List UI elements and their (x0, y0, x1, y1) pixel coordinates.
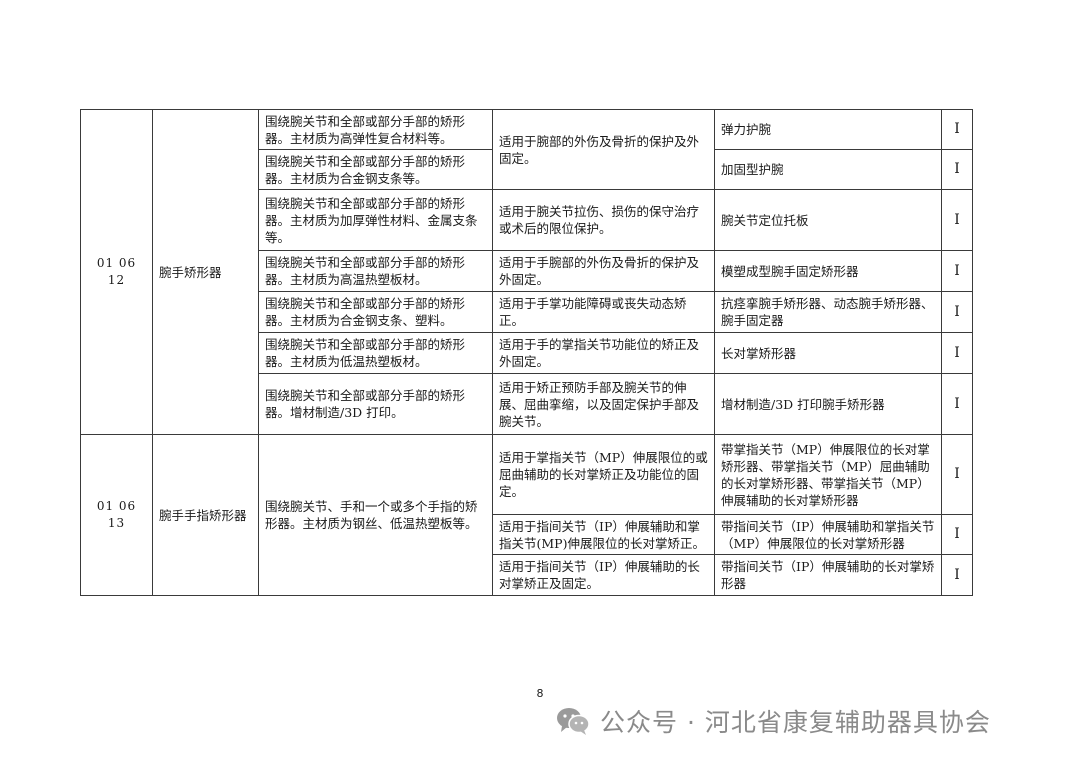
usage-cell: 适用于指间关节（IP）伸展辅助的长对掌矫正及固定。 (492, 554, 715, 596)
description-cell: 围绕腕关节和全部或部分手部的矫形器。主材质为合金钢支条等。 (258, 149, 493, 190)
blank-margin (973, 292, 1031, 333)
example-cell: 加固型护腕 (714, 149, 942, 190)
example-cell: 长对掌矫形器 (714, 332, 942, 374)
example-cell: 带指间关节（IP）伸展辅助和掌指关节（MP）伸展限位的长对掌矫形器 (714, 514, 942, 555)
example-cell: 增材制造/3D 打印腕手矫形器 (714, 373, 942, 435)
usage-cell: 适用于手腕部的外伤及骨折的保护及外固定。 (492, 250, 715, 292)
management-class-cell: I (941, 514, 973, 555)
blank-margin (972, 434, 1031, 515)
blank-margin (973, 374, 1031, 435)
table-row: 01 06 12 腕手矫形器 围绕腕关节和全部或部分手部的矫形器。主材质为高弹性… (80, 109, 1031, 435)
management-class-cell: I (941, 149, 973, 190)
usage-cell: 适用于手掌功能障碍或丧失动态矫正。 (492, 291, 715, 333)
description-cell: 围绕腕关节和全部或部分手部的矫形器。主材质为高温热塑板材。 (258, 250, 493, 292)
example-cell: 带掌指关节（MP）伸展限位的长对掌矫形器、带掌指关节（MP）屈曲辅助的长对掌矫形… (714, 434, 942, 515)
management-class-cell: I (941, 373, 973, 435)
page-number: 8 (536, 687, 544, 700)
watermark-text: 公众号 · 河北省康复辅助器具协会 (600, 708, 991, 737)
category-code: 01 06 12 (80, 109, 153, 435)
blank-margin (973, 333, 1031, 374)
example-cell: 带指间关节（IP）伸展辅助的长对掌矫形器 (714, 554, 942, 596)
usage-cell: 适用于腕部的外伤及骨折的保护及外固定。 (492, 109, 715, 190)
wechat-icon (557, 708, 590, 735)
blank-margin (973, 190, 1031, 251)
category-code: 01 06 13 (80, 434, 153, 596)
description-cell: 围绕腕关节和全部或部分手部的矫形器。主材质为低温热塑板材。 (258, 332, 493, 374)
example-cell: 弹力护腕 (714, 109, 942, 150)
management-class-cell: I (941, 554, 973, 596)
product-classification-table: 01 06 12 腕手矫形器 围绕腕关节和全部或部分手部的矫形器。主材质为高弹性… (80, 109, 1031, 596)
table-row: 01 06 13 腕手手指矫形器 围绕腕关节、手和一个或多个手指的矫形器。主材质… (80, 434, 1031, 596)
usage-cell: 适用于腕关节拉伤、损伤的保守治疗或术后的限位保护。 (492, 189, 715, 251)
management-class-cell: I (941, 291, 973, 333)
blank-margin (973, 515, 1031, 555)
management-class-cell: I (941, 189, 973, 251)
description-cell: 围绕腕关节、手和一个或多个手指的矫形器。主材质为钢丝、低温热塑板等。 (258, 434, 493, 596)
description-cell: 围绕腕关节和全部或部分手部的矫形器。主材质为合金钢支条、塑料。 (258, 291, 493, 333)
blank-margin (973, 251, 1031, 292)
example-cell: 模塑成型腕手固定矫形器 (714, 250, 942, 292)
management-class-cell: I (941, 250, 973, 292)
management-class-cell: I (941, 434, 973, 515)
description-cell: 围绕腕关节和全部或部分手部的矫形器。增材制造/3D 打印。 (258, 373, 493, 435)
blank-margin (973, 555, 1031, 596)
category-name: 腕手手指矫形器 (152, 434, 259, 596)
example-cell: 抗痉挛腕手矫形器、动态腕手矫形器、腕手固定器 (714, 291, 942, 333)
usage-cell: 适用于矫正预防手部及腕关节的伸展、屈曲挛缩，以及固定保护手部及腕关节。 (492, 373, 715, 435)
watermark: 公众号 · 河北省康复辅助器具协会 (556, 704, 991, 738)
usage-cell: 适用于掌指关节（MP）伸展限位的或屈曲辅助的长对掌矫正及功能位的固定。 (492, 434, 715, 515)
category-name: 腕手矫形器 (152, 109, 259, 435)
blank-margin (973, 110, 1031, 150)
description-cell: 围绕腕关节和全部或部分手部的矫形器。主材质为加厚弹性材料、金属支条等。 (258, 189, 493, 251)
example-cell: 腕关节定位托板 (714, 189, 942, 251)
blank-margin (973, 150, 1031, 190)
management-class-cell: I (941, 332, 973, 374)
usage-cell: 适用于指间关节（IP）伸展辅助和掌指关节(MP)伸展限位的长对掌矫正。 (492, 514, 715, 555)
usage-cell: 适用于手的掌指关节功能位的矫正及外固定。 (492, 332, 715, 374)
management-class-cell: I (941, 109, 973, 150)
description-cell: 围绕腕关节和全部或部分手部的矫形器。主材质为高弹性复合材料等。 (258, 109, 493, 150)
